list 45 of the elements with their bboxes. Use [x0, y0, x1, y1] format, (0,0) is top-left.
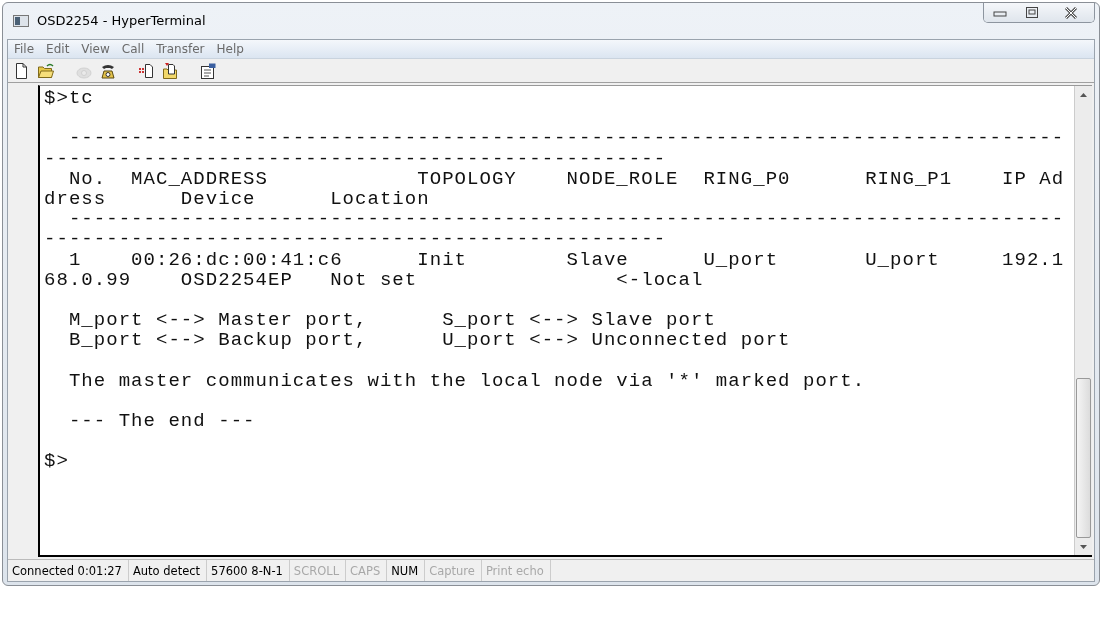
- status-panel: NUM: [387, 560, 426, 581]
- terminal-screen[interactable]: [38, 85, 1092, 557]
- up-arrow-icon[interactable]: [1080, 92, 1087, 97]
- status-panel: Auto detect: [128, 560, 208, 581]
- scrollbar[interactable]: [1074, 86, 1092, 555]
- status-panel: CAPS: [346, 560, 388, 581]
- status-panel: Capture: [425, 560, 482, 581]
- app-icon: [13, 15, 29, 27]
- minimize-icon: [993, 8, 1007, 17]
- terminal-line: B_port <--> Backup port, U_port <--> Unconnected port: [67, 330, 792, 351]
- terminal-line: --------------------------------------------------------------------------------: [67, 209, 1066, 230]
- window-title: OSD2254 - HyperTerminal: [37, 12, 206, 31]
- status-panel: Connected 0:01:27: [8, 560, 129, 581]
- properties-icon[interactable]: [200, 62, 216, 79]
- terminal-line: dress Device Location: [44, 188, 431, 210]
- menu-item[interactable]: Call: [121, 40, 145, 58]
- menu-item[interactable]: Help: [216, 40, 244, 58]
- phone-icon[interactable]: [100, 62, 116, 79]
- status-panel: 57600 8-N-1: [207, 560, 290, 581]
- status-panel: Print echo: [481, 560, 551, 581]
- scrollbar-thumb[interactable]: [1076, 378, 1091, 538]
- send-file-icon[interactable]: [138, 62, 154, 79]
- terminal-line: M_port <--> Master port, S_port <--> Slave port: [67, 310, 717, 331]
- menu-item[interactable]: File: [14, 40, 35, 58]
- terminal-line: 68.0.99 OSD2254EP Not set <-local: [44, 269, 704, 290]
- status-panel: SCROLL: [289, 560, 347, 581]
- terminal-line: --------------------------------------------------: [44, 229, 668, 250]
- terminal-line: --- The end ---: [67, 411, 257, 432]
- terminal-line: 1 00:26:dc:00:41:c6 Init Slave U_port U_port 192.1: [67, 249, 1066, 270]
- terminal-line: $>: [44, 451, 70, 472]
- close-icon: [1064, 6, 1078, 19]
- down-arrow-icon[interactable]: [1080, 544, 1087, 549]
- receive-file-icon[interactable]: [162, 62, 178, 79]
- menu-item[interactable]: Edit: [46, 40, 70, 58]
- document-icon[interactable]: [14, 62, 30, 79]
- menu-item[interactable]: Transfer: [156, 40, 205, 58]
- folder-icon[interactable]: [38, 62, 54, 79]
- maximize-icon: [1026, 7, 1038, 18]
- menu-item[interactable]: View: [81, 40, 110, 58]
- terminal-line: The master communicates with the local node via '*' marked port.: [67, 370, 867, 391]
- terminal-line: --------------------------------------------------: [44, 148, 668, 169]
- terminal-line: --------------------------------------------------------------------------------: [67, 128, 1066, 149]
- terminal-line: No. MAC_ADDRESS TOPOLOGY NODE_ROLE RING_P0 RING_P1 IP Ad: [67, 168, 1066, 189]
- close-button[interactable]: [1048, 3, 1094, 22]
- terminal-line: $>tc: [44, 88, 95, 109]
